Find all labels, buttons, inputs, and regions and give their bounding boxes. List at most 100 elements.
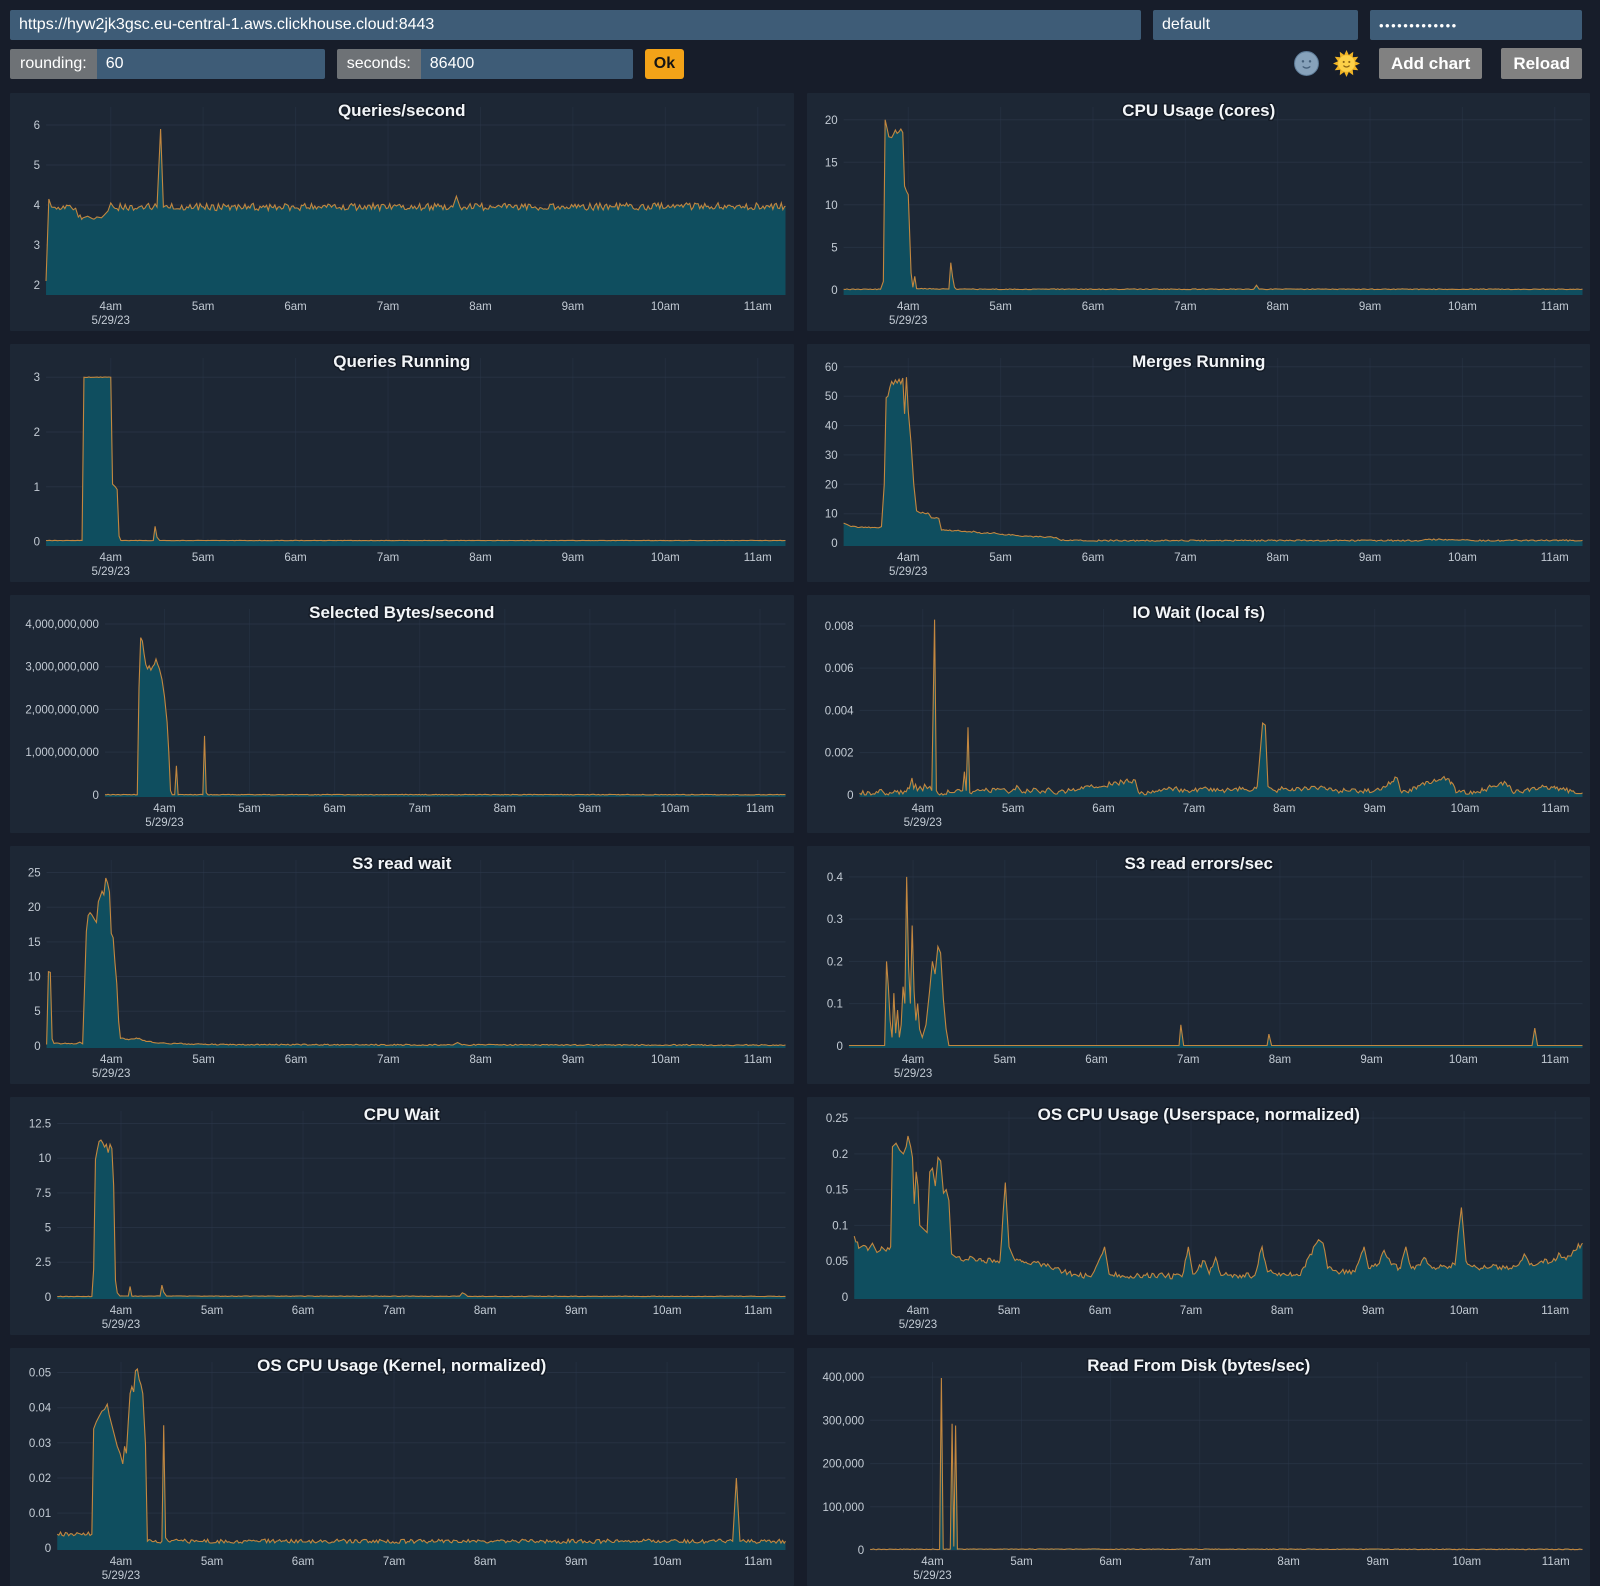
svg-text:7am: 7am — [383, 1556, 405, 1568]
svg-text:10am: 10am — [653, 1556, 682, 1568]
chart-title: S3 read errors/sec — [1124, 854, 1272, 873]
svg-text:5/29/23: 5/29/23 — [92, 1068, 130, 1080]
svg-text:15: 15 — [28, 937, 41, 949]
svg-text:5am: 5am — [989, 552, 1011, 564]
svg-text:8am: 8am — [1266, 301, 1288, 313]
svg-text:5am: 5am — [997, 1305, 1019, 1317]
svg-text:0.01: 0.01 — [29, 1508, 51, 1520]
svg-text:10: 10 — [824, 200, 837, 212]
chart-title: Queries/second — [338, 101, 466, 120]
connection-row — [10, 10, 1582, 40]
svg-text:9am: 9am — [579, 803, 601, 815]
svg-text:9am: 9am — [1366, 1556, 1388, 1568]
svg-text:0.02: 0.02 — [29, 1473, 51, 1485]
svg-text:5am: 5am — [993, 1054, 1015, 1066]
svg-text:6am: 6am — [284, 552, 306, 564]
svg-text:5am: 5am — [989, 301, 1011, 313]
svg-text:4am: 4am — [100, 301, 122, 313]
svg-text:5/29/23: 5/29/23 — [92, 315, 130, 327]
chart-canvas-queries-running[interactable]: 01234am5/29/235am6am7am8am9am10am11amQue… — [10, 344, 794, 582]
ok-button[interactable]: Ok — [645, 49, 684, 79]
svg-text:0: 0 — [841, 1292, 847, 1304]
rounding-input[interactable] — [97, 49, 325, 79]
moon-face-icon[interactable] — [1293, 50, 1320, 77]
svg-text:6am: 6am — [1092, 803, 1114, 815]
chart-canvas-cpu-wait[interactable]: 02.557.51012.54am5/29/235am6am7am8am9am1… — [10, 1097, 794, 1335]
svg-text:7am: 7am — [1174, 552, 1196, 564]
svg-text:4am: 4am — [921, 1556, 943, 1568]
chart-title: Merges Running — [1132, 352, 1265, 371]
svg-text:0: 0 — [34, 1041, 40, 1053]
svg-text:30: 30 — [824, 450, 837, 462]
chart-panel-os-cpu-usage-userspace-normalized: 00.050.10.150.20.254am5/29/235am6am7am8a… — [807, 1097, 1591, 1335]
svg-text:9am: 9am — [1363, 803, 1385, 815]
chart-canvas-cpu-usage-cores[interactable]: 051015204am5/29/235am6am7am8am9am10am11a… — [807, 93, 1591, 331]
svg-text:5/29/23: 5/29/23 — [889, 315, 927, 327]
chart-canvas-queries-second[interactable]: 234564am5/29/235am6am7am8am9am10am11amQu… — [10, 93, 794, 331]
chart-canvas-io-wait-local-fs[interactable]: 00.0020.0040.0060.0084am5/29/235am6am7am… — [807, 595, 1591, 833]
chart-canvas-os-cpu-usage-userspace-normalized[interactable]: 00.050.10.150.20.254am5/29/235am6am7am8a… — [807, 1097, 1591, 1335]
chart-canvas-s3-read-wait[interactable]: 05101520254am5/29/235am6am7am8am9am10am1… — [10, 846, 794, 1084]
chart-canvas-os-cpu-usage-kernel-normalized[interactable]: 00.010.020.030.040.054am5/29/235am6am7am… — [10, 1348, 794, 1586]
svg-text:0: 0 — [45, 1543, 51, 1555]
chart-panel-read-from-disk-bytes-sec: 0100,000200,000300,000400,0004am5/29/235… — [807, 1348, 1591, 1586]
toolbar: rounding: seconds: Ok — [0, 0, 1600, 79]
svg-text:5am: 5am — [201, 1305, 223, 1317]
svg-text:15: 15 — [824, 157, 837, 169]
svg-text:4am: 4am — [911, 803, 933, 815]
chart-canvas-merges-running[interactable]: 01020304050604am5/29/235am6am7am8am9am10… — [807, 344, 1591, 582]
svg-text:6am: 6am — [323, 803, 345, 815]
chart-canvas-selected-bytes-second[interactable]: 01,000,000,0002,000,000,0003,000,000,000… — [10, 595, 794, 833]
server-url-input[interactable] — [10, 10, 1141, 40]
svg-text:8am: 8am — [469, 552, 491, 564]
svg-text:2: 2 — [34, 280, 40, 292]
svg-text:7am: 7am — [383, 1305, 405, 1317]
svg-text:3: 3 — [34, 372, 40, 384]
svg-text:6am: 6am — [1081, 301, 1103, 313]
svg-text:5/29/23: 5/29/23 — [898, 1319, 936, 1331]
svg-text:7am: 7am — [1182, 803, 1204, 815]
chart-title: IO Wait (local fs) — [1132, 603, 1265, 622]
svg-text:50: 50 — [824, 391, 837, 403]
chart-canvas-read-from-disk-bytes-sec[interactable]: 0100,000200,000300,000400,0004am5/29/235… — [807, 1348, 1591, 1586]
svg-text:1: 1 — [34, 482, 40, 494]
rounding-field: rounding: — [10, 49, 325, 79]
seconds-field: seconds: — [337, 49, 633, 79]
svg-text:6am: 6am — [285, 1054, 307, 1066]
svg-text:0.05: 0.05 — [29, 1368, 51, 1380]
svg-text:4am: 4am — [897, 552, 919, 564]
svg-text:5: 5 — [34, 1006, 40, 1018]
toolbar-right: Add chart Reload — [1293, 48, 1582, 79]
svg-text:0: 0 — [847, 790, 853, 802]
svg-text:10am: 10am — [1448, 1054, 1477, 1066]
reload-button[interactable]: Reload — [1501, 48, 1582, 79]
svg-text:7am: 7am — [377, 1054, 399, 1066]
svg-text:5/29/23: 5/29/23 — [102, 1319, 140, 1331]
chart-title: Selected Bytes/second — [309, 603, 494, 622]
svg-text:5/29/23: 5/29/23 — [913, 1570, 951, 1582]
chart-canvas-s3-read-errors-sec[interactable]: 00.10.20.30.44am5/29/235am6am7am8am9am10… — [807, 846, 1591, 1084]
svg-text:10am: 10am — [1448, 301, 1477, 313]
svg-text:7am: 7am — [1188, 1556, 1210, 1568]
svg-text:10am: 10am — [661, 803, 690, 815]
svg-text:8am: 8am — [1268, 1054, 1290, 1066]
svg-text:5/29/23: 5/29/23 — [893, 1068, 931, 1080]
svg-text:0.1: 0.1 — [826, 999, 842, 1011]
svg-text:10am: 10am — [1448, 552, 1477, 564]
password-input[interactable] — [1370, 10, 1582, 40]
svg-text:4am: 4am — [110, 1305, 132, 1317]
seconds-input[interactable] — [421, 49, 633, 79]
chart-panel-queries-running: 01234am5/29/235am6am7am8am9am10am11amQue… — [10, 344, 794, 582]
sun-face-icon[interactable] — [1333, 50, 1360, 77]
svg-text:8am: 8am — [1270, 1305, 1292, 1317]
svg-text:9am: 9am — [1360, 1054, 1382, 1066]
user-input[interactable] — [1153, 10, 1358, 40]
rounding-label: rounding: — [10, 49, 97, 79]
svg-text:4am: 4am — [906, 1305, 928, 1317]
svg-text:10am: 10am — [1450, 803, 1479, 815]
svg-text:7am: 7am — [377, 552, 399, 564]
svg-text:6am: 6am — [1088, 1305, 1110, 1317]
svg-text:2.5: 2.5 — [35, 1257, 51, 1269]
add-chart-button[interactable]: Add chart — [1379, 48, 1482, 79]
svg-text:0.03: 0.03 — [29, 1438, 51, 1450]
